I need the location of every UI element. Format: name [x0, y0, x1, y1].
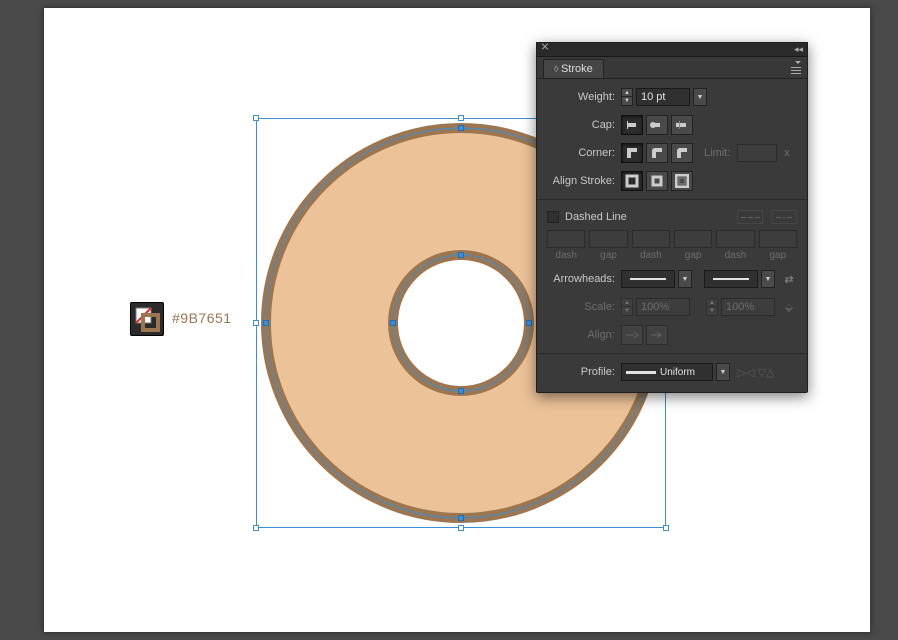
arrow-align-label: Align:: [547, 329, 621, 341]
arrowhead-start-select[interactable]: [621, 270, 675, 288]
close-icon[interactable]: [541, 46, 549, 54]
transform-handle[interactable]: [253, 320, 259, 326]
panel-header-bar[interactable]: ◂◂: [537, 43, 807, 57]
align-stroke-center-button[interactable]: [621, 171, 643, 191]
transform-handle[interactable]: [253, 115, 259, 121]
corner-label: Corner:: [547, 147, 621, 159]
align-arrow-end-button: [646, 325, 668, 345]
profile-dropdown[interactable]: ▼: [716, 363, 730, 381]
weight-stepper[interactable]: ▲ ▼: [621, 88, 633, 106]
dashed-line-checkbox[interactable]: [547, 211, 559, 223]
arrow-scale-left-field: 100%: [636, 298, 690, 316]
miter-limit-field: [737, 144, 777, 162]
stroke-panel[interactable]: ◂◂ Stroke Weight: ▲ ▼ 10 pt ▼ Cap:: [536, 42, 808, 393]
cap-round-button[interactable]: [646, 115, 668, 135]
weight-dropdown[interactable]: ▼: [693, 88, 707, 106]
arrowhead-end-select[interactable]: [704, 270, 758, 288]
corner-bevel-button[interactable]: [671, 143, 693, 163]
arrow-scale-right-field: 100%: [721, 298, 775, 316]
scale-right-stepper: ▲▼: [706, 298, 718, 316]
arrowheads-label: Arrowheads:: [547, 273, 621, 285]
align-dashes-button: [771, 210, 797, 224]
link-scale-icon: ⬙: [781, 298, 797, 316]
limit-suffix: x: [784, 147, 790, 159]
transform-handle[interactable]: [458, 525, 464, 531]
transform-handle[interactable]: [253, 525, 259, 531]
dash-gap-fields: [547, 230, 797, 248]
align-stroke-label: Align Stroke:: [547, 175, 621, 187]
arrowhead-start-dropdown[interactable]: ▼: [678, 270, 692, 288]
arrowhead-end-dropdown[interactable]: ▼: [761, 270, 775, 288]
corner-round-button[interactable]: [646, 143, 668, 163]
tab-stroke[interactable]: Stroke: [543, 59, 604, 78]
collapse-icon[interactable]: ◂◂: [794, 44, 803, 55]
stroke-color-swatch[interactable]: [130, 302, 164, 336]
scale-label: Scale:: [547, 301, 621, 313]
cap-label: Cap:: [547, 119, 621, 131]
transform-handle[interactable]: [663, 525, 669, 531]
transform-handle[interactable]: [458, 115, 464, 121]
profile-value: Uniform: [660, 367, 695, 378]
profile-select[interactable]: Uniform: [621, 363, 713, 381]
limit-label: Limit:: [696, 147, 734, 159]
align-arrow-tip-button: [621, 325, 643, 345]
stepper-up-icon[interactable]: ▲: [621, 88, 633, 97]
corner-miter-button[interactable]: [621, 143, 643, 163]
align-stroke-inside-button[interactable]: [646, 171, 668, 191]
flip-along-icon: ▷◁: [739, 365, 753, 379]
scale-left-stepper: ▲▼: [621, 298, 633, 316]
panel-menu-icon[interactable]: [787, 61, 801, 74]
swap-arrowheads-icon[interactable]: ⇄: [781, 270, 797, 288]
weight-field[interactable]: 10 pt: [636, 88, 690, 106]
flip-across-icon: ▽△: [759, 365, 773, 379]
preserve-dashes-button: [737, 210, 763, 224]
weight-label: Weight:: [547, 91, 621, 103]
align-stroke-outside-button[interactable]: [671, 171, 693, 191]
stepper-down-icon[interactable]: ▼: [621, 97, 633, 106]
stroke-color-hex-label: #9B7651: [172, 310, 232, 326]
profile-label: Profile:: [547, 366, 621, 378]
cap-projecting-button[interactable]: [671, 115, 693, 135]
dashed-line-label: Dashed Line: [565, 211, 627, 223]
cap-butt-button[interactable]: [621, 115, 643, 135]
